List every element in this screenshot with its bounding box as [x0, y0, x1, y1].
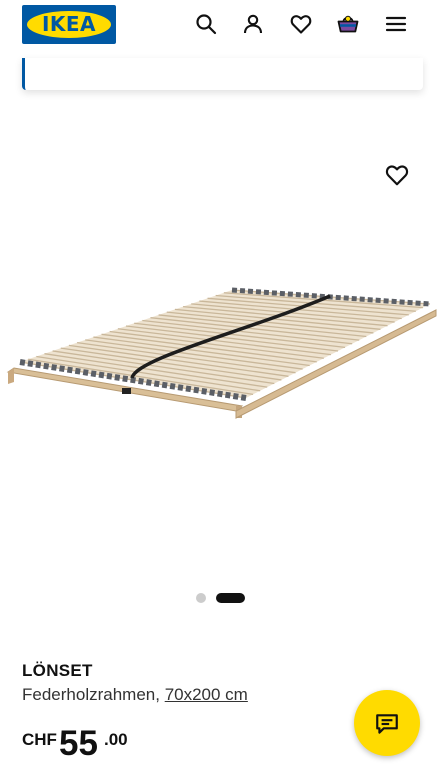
product-description: Federholzrahmen, 70x200 cm: [22, 685, 248, 705]
price-integer: 55: [59, 724, 98, 763]
pagination-dot[interactable]: [196, 593, 206, 603]
chat-icon: [376, 714, 398, 734]
menu-icon[interactable]: [384, 12, 408, 36]
favourite-heart-icon[interactable]: [384, 162, 410, 188]
logo-text: IKEA: [41, 12, 97, 36]
heart-icon[interactable]: [289, 12, 313, 36]
user-icon[interactable]: [241, 12, 265, 36]
product-type: Federholzrahmen,: [22, 685, 165, 704]
price-currency: CHF: [22, 730, 57, 749]
ikea-logo[interactable]: IKEA: [22, 5, 116, 44]
price-decimal: .00: [104, 730, 128, 749]
top-header: IKEA: [0, 0, 442, 52]
search-icon[interactable]: [194, 12, 218, 36]
bed-slat-base-image: [6, 287, 437, 419]
notification-banner: [22, 58, 423, 90]
chat-button[interactable]: [354, 690, 420, 756]
product-name[interactable]: LÖNSET: [22, 661, 93, 681]
product-size-link[interactable]: 70x200 cm: [165, 685, 248, 704]
cart-icon[interactable]: [336, 12, 360, 36]
pagination-dot-active[interactable]: [216, 593, 245, 603]
